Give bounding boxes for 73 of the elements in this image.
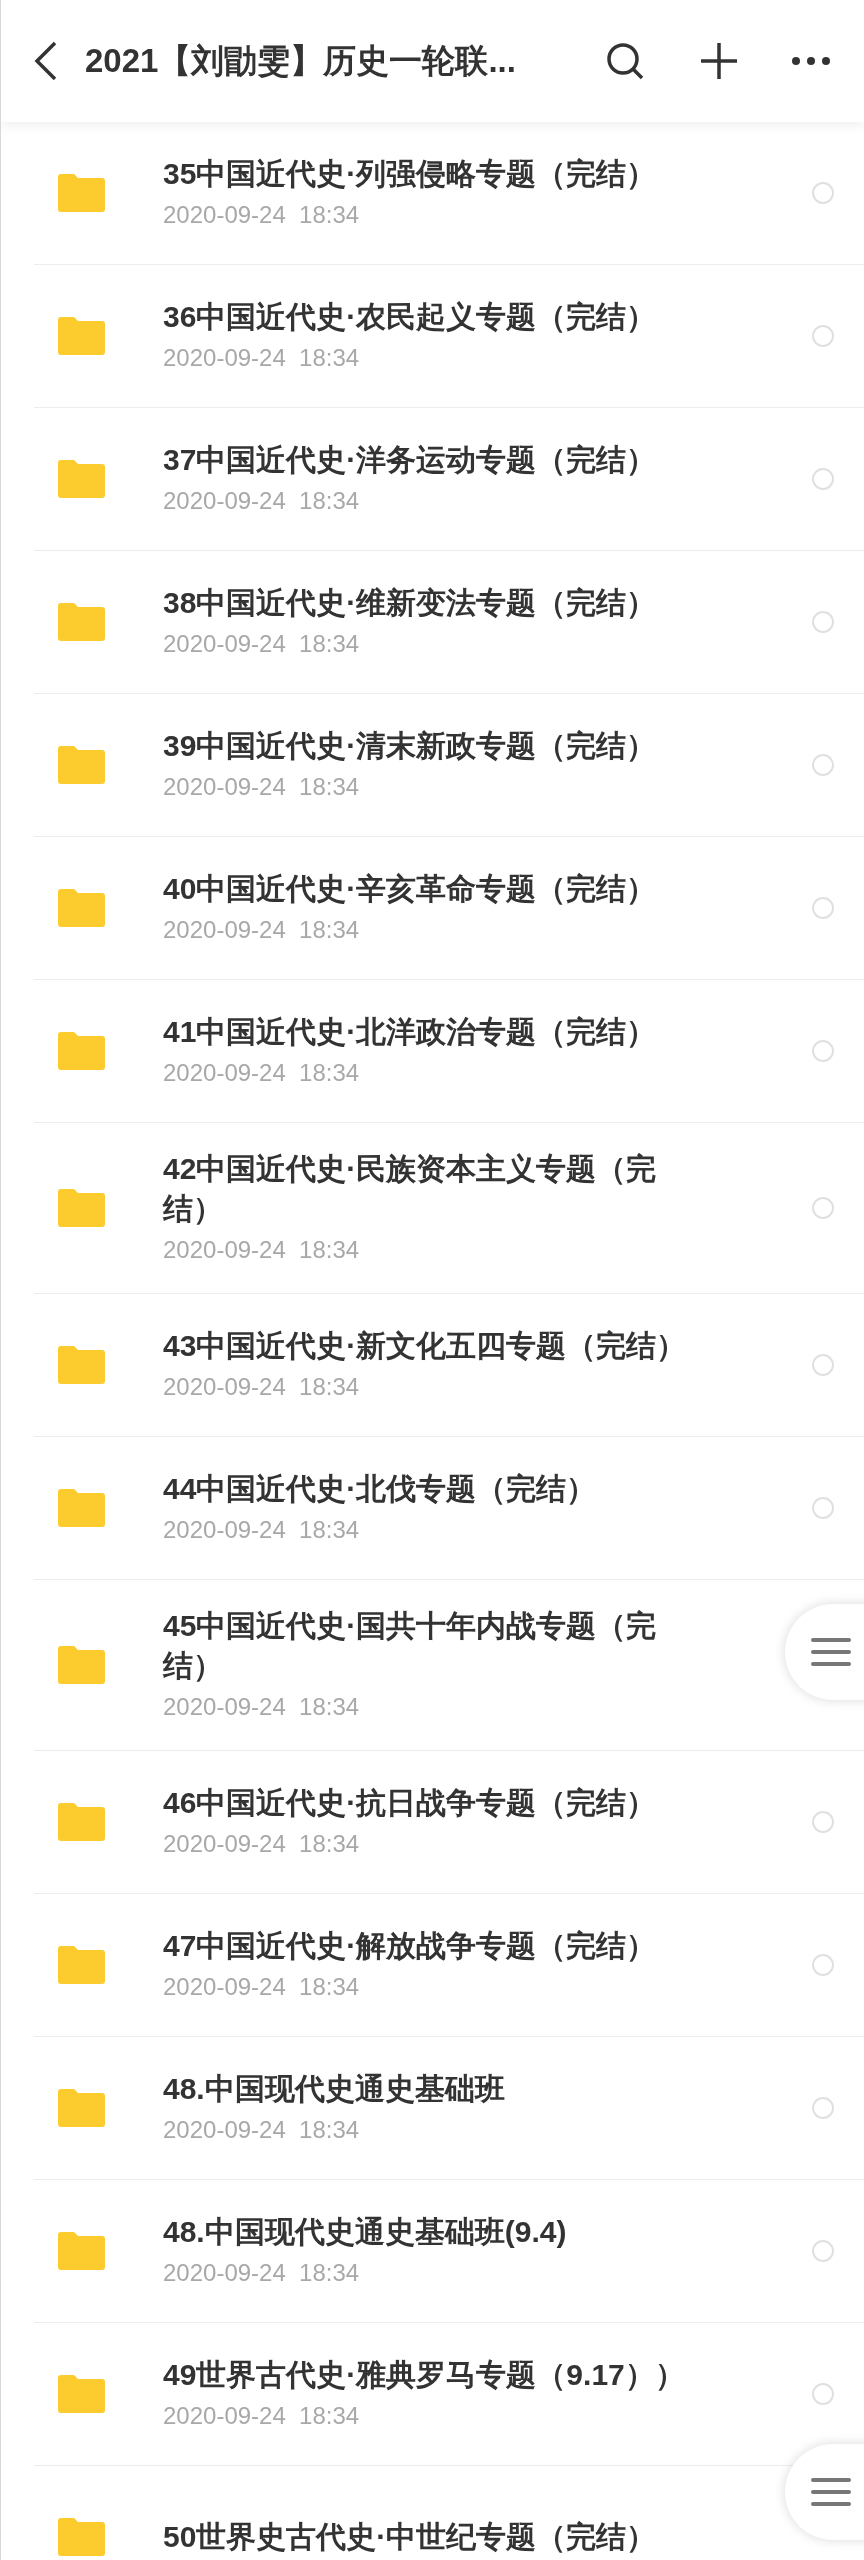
select-radio[interactable]	[812, 325, 834, 347]
modified-date: 2020-09-24 18:34	[163, 2401, 361, 2431]
modified-date: 2020-09-24 18:34	[163, 1972, 361, 2002]
select-radio[interactable]	[812, 1954, 834, 1976]
folder-title: 2021【刘勖雯】历史一轮联...	[85, 41, 517, 82]
select-radio[interactable]	[812, 2097, 834, 2119]
modified-date: 2020-09-24 18:34	[163, 486, 361, 516]
folder-icon	[56, 1031, 106, 1071]
add-icon[interactable]	[701, 43, 737, 79]
folder-icon	[56, 1345, 106, 1385]
modified-date: 2020-09-24 18:34	[163, 772, 361, 802]
modified-date: 2020-09-24 18:34	[163, 915, 361, 945]
file-name: 39中国近代史·清末新政专题（完结）	[163, 728, 658, 764]
folder-icon	[56, 1645, 106, 1685]
folder-icon	[56, 1802, 106, 1842]
modified-date: 2020-09-24 18:34	[163, 200, 361, 230]
menu-button[interactable]	[785, 2444, 864, 2540]
file-name: 47中国近代史·解放战争专题（完结）	[163, 1928, 658, 1964]
folder-icon	[56, 2088, 106, 2128]
select-radio[interactable]	[812, 1811, 834, 1833]
modified-date: 2020-09-24 18:34	[163, 2258, 361, 2288]
folder-icon	[56, 2374, 106, 2414]
file-name: 50世界史古代史·中世纪专题（完结）	[163, 2519, 658, 2555]
file-name: 43中国近代史·新文化五四专题（完结）	[163, 1328, 688, 1364]
folder-icon	[56, 2517, 106, 2557]
file-name: 45中国近代史·国共十年内战专题（完结）	[163, 1608, 658, 1684]
file-name: 41中国近代史·北洋政治专题（完结）	[163, 1014, 658, 1050]
file-name: 48.中国现代史通史基础班	[163, 2071, 506, 2107]
folder-icon	[56, 1945, 106, 1985]
modified-date: 2020-09-24 18:34	[163, 1692, 361, 1722]
file-name: 42中国近代史·民族资本主义专题（完结）	[163, 1151, 658, 1227]
select-radio[interactable]	[812, 2240, 834, 2262]
select-radio[interactable]	[812, 182, 834, 204]
menu-icon	[811, 1637, 851, 1667]
select-radio[interactable]	[812, 468, 834, 490]
folder-icon	[56, 602, 106, 642]
folder-icon	[56, 173, 106, 213]
file-name: 48.中国现代史通史基础班(9.4)	[163, 2214, 568, 2250]
modified-date: 2020-09-24 18:34	[163, 1829, 361, 1859]
select-radio[interactable]	[812, 1497, 834, 1519]
menu-icon	[811, 2477, 851, 2507]
modified-date: 2020-09-24 18:34	[163, 343, 361, 373]
select-radio[interactable]	[812, 754, 834, 776]
modified-date: 2020-09-24 18:34	[163, 629, 361, 659]
menu-button[interactable]	[785, 1604, 864, 1700]
search-icon[interactable]	[605, 41, 645, 81]
select-radio[interactable]	[812, 1354, 834, 1376]
file-name: 44中国近代史·北伐专题（完结）	[163, 1471, 598, 1507]
folder-icon	[56, 459, 106, 499]
file-name: 40中国近代史·辛亥革命专题（完结）	[163, 871, 658, 907]
folder-icon	[56, 745, 106, 785]
select-radio[interactable]	[812, 611, 834, 633]
file-name: 46中国近代史·抗日战争专题（完结）	[163, 1785, 658, 1821]
folder-icon	[56, 1488, 106, 1528]
file-name: 38中国近代史·维新变法专题（完结）	[163, 585, 658, 621]
select-radio[interactable]	[812, 2383, 834, 2405]
modified-date: 2020-09-24 18:34	[163, 1235, 361, 1265]
file-name: 37中国近代史·洋务运动专题（完结）	[163, 442, 658, 478]
folder-icon	[56, 1188, 106, 1228]
select-radio[interactable]	[812, 1040, 834, 1062]
select-radio[interactable]	[812, 897, 834, 919]
modified-date: 2020-09-24 18:34	[163, 1372, 361, 1402]
folder-icon	[56, 888, 106, 928]
file-name: 49世界古代史·雅典罗马专题（9.17））	[163, 2357, 686, 2393]
folder-icon	[56, 2231, 106, 2271]
modified-date: 2020-09-24 18:34	[163, 2115, 361, 2145]
select-radio[interactable]	[812, 1197, 834, 1219]
more-icon[interactable]	[791, 56, 831, 66]
file-name: 35中国近代史·列强侵略专题（完结）	[163, 156, 658, 192]
folder-icon	[56, 316, 106, 356]
modified-date: 2020-09-24 18:34	[163, 1515, 361, 1545]
file-name: 36中国近代史·农民起义专题（完结）	[163, 299, 658, 335]
modified-date: 2020-09-24 18:34	[163, 1058, 361, 1088]
